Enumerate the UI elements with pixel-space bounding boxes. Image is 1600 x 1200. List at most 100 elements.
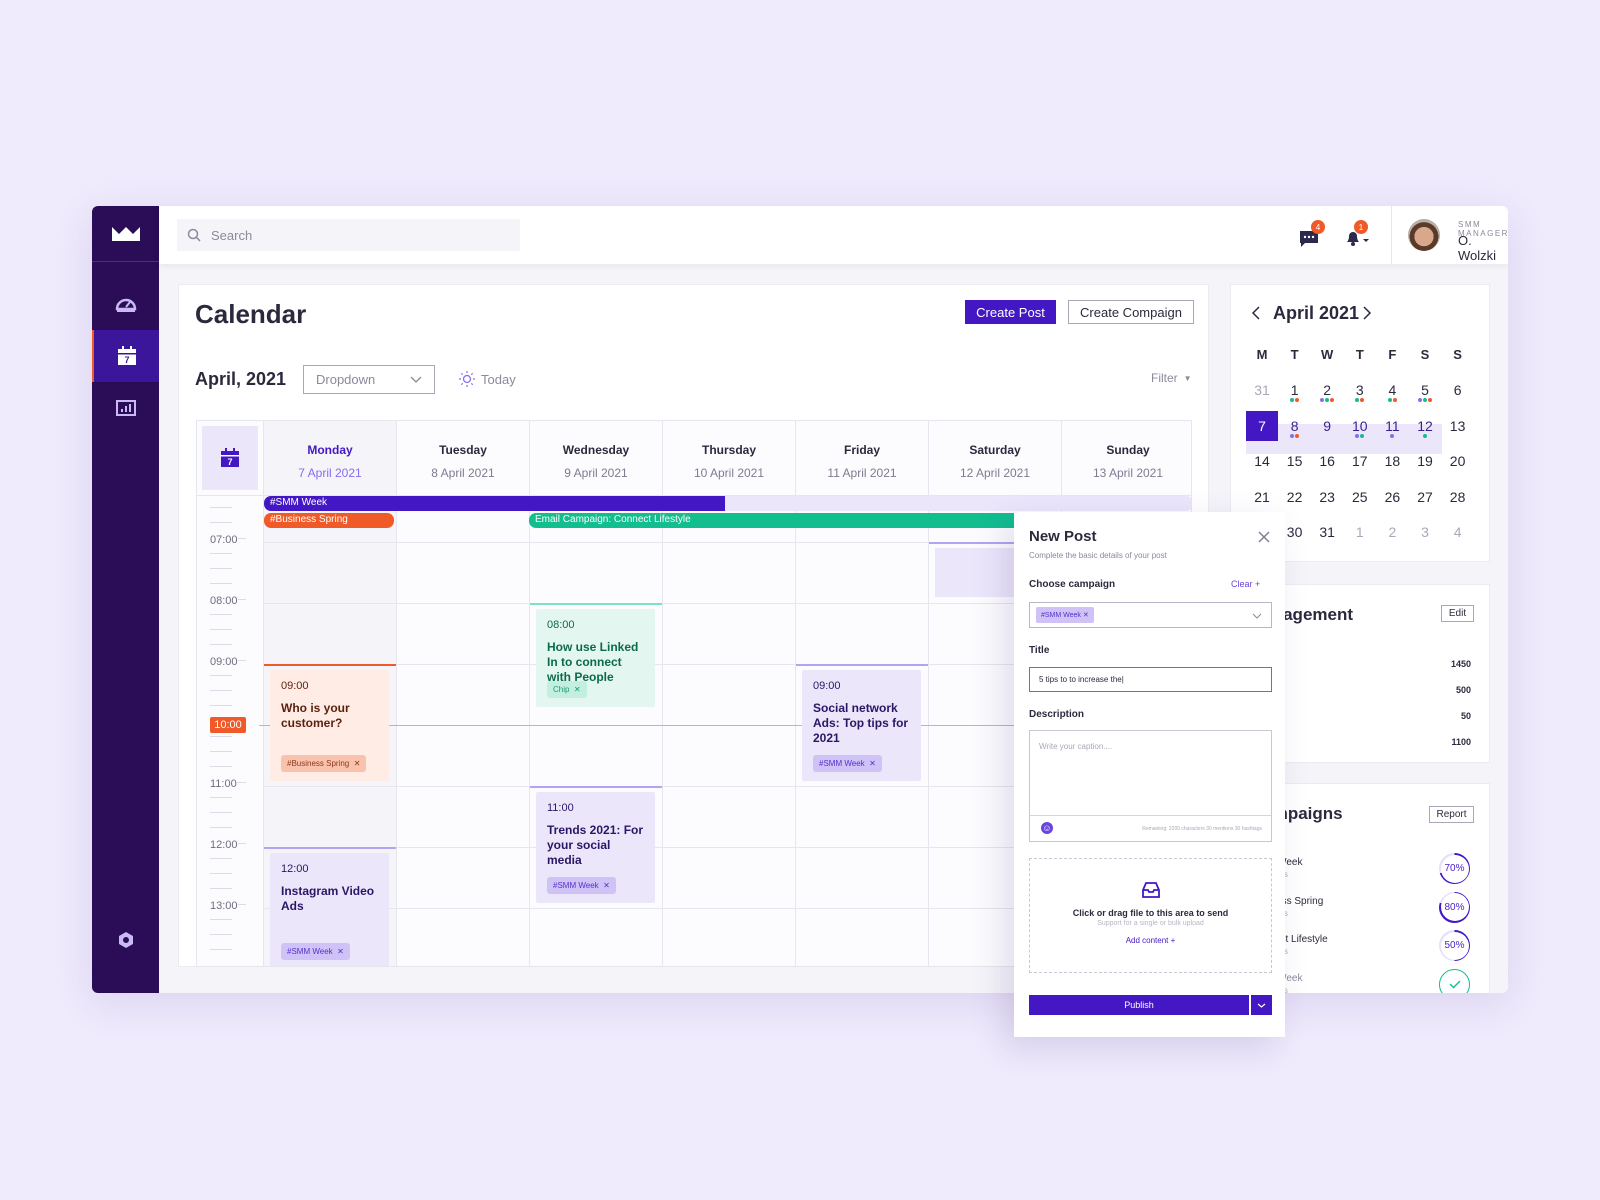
day-date: 12 April 2021 — [959, 466, 1031, 480]
mini-calendar-day[interactable]: 21 — [1246, 482, 1278, 512]
event-card[interactable]: 09:00 Social network Ads: Top tips for 20… — [802, 670, 921, 781]
day-header-tuesday[interactable]: Tuesday 8 April 2021 — [397, 421, 530, 495]
mini-calendar-day[interactable]: 22 — [1279, 482, 1311, 512]
day-number: 26 — [1384, 488, 1401, 505]
add-content-button[interactable]: Add content + — [1030, 936, 1271, 945]
event-card[interactable]: 11:00 Trends 2021: For your social media #… — [536, 792, 655, 903]
event-top-line — [796, 664, 928, 666]
create-post-button[interactable]: Create Post — [965, 300, 1056, 324]
sidebar-item-calendar[interactable]: 7 — [92, 330, 159, 382]
mini-calendar-day[interactable]: 28 — [1442, 482, 1474, 512]
event-chip[interactable]: #Business Spring ✕ — [281, 755, 367, 772]
mini-calendar-day[interactable]: 27 — [1409, 482, 1441, 512]
sidebar-item-dashboard[interactable] — [92, 278, 159, 330]
create-campaign-button[interactable]: Create Compaign — [1068, 300, 1194, 324]
mini-calendar-day[interactable]: 10 — [1344, 411, 1376, 441]
mini-calendar-day[interactable]: 12 — [1409, 411, 1441, 441]
add-content-label: Add content — [1125, 936, 1169, 945]
time-label: 11:00 — [210, 777, 237, 791]
mini-calendar-day[interactable]: 1 — [1279, 375, 1311, 405]
view-dropdown[interactable]: Dropdown — [303, 365, 435, 394]
mini-calendar-day[interactable]: 11 — [1376, 411, 1408, 441]
day-header-thursday[interactable]: Thursday 10 April 2021 — [663, 421, 796, 495]
mini-calendar-day[interactable]: 9 — [1311, 411, 1343, 441]
mini-calendar-day[interactable]: 25 — [1344, 482, 1376, 512]
mini-calendar-day[interactable]: 5 — [1409, 375, 1441, 405]
notifications-button[interactable]: 1 — [1344, 220, 1370, 252]
chip-label: #SMM Week — [1041, 612, 1081, 619]
emoji-icon[interactable]: ☺ — [1041, 822, 1053, 834]
description-label: Description — [1029, 709, 1085, 720]
mini-calendar-day[interactable]: 3 — [1409, 517, 1441, 547]
event-time: 09:00 — [281, 680, 309, 692]
mini-calendar-day[interactable]: 3 — [1344, 375, 1376, 405]
engagement-value: 500 — [1455, 685, 1471, 695]
file-dropzone[interactable]: Click or drag file to this area to send … — [1029, 858, 1272, 973]
day-header-saturday[interactable]: Saturday 12 April 2021 — [929, 421, 1062, 495]
avatar[interactable] — [1408, 219, 1440, 251]
mini-calendar-day[interactable]: 2 — [1376, 517, 1408, 547]
mini-calendar-day[interactable]: 8 — [1279, 411, 1311, 441]
mini-calendar-day[interactable]: 16 — [1311, 446, 1343, 476]
mini-calendar-day[interactable]: 1 — [1344, 517, 1376, 547]
title-value: 5 tips to to increase the — [1039, 675, 1122, 684]
event-chip[interactable]: #SMM Week ✕ — [813, 755, 882, 772]
mini-calendar-day[interactable]: 2 — [1311, 375, 1343, 405]
mini-calendar-day[interactable]: 7 — [1246, 410, 1278, 441]
mini-calendar-day[interactable]: 14 — [1246, 446, 1278, 476]
clear-button[interactable]: Clear + — [1231, 579, 1260, 589]
mini-calendar-day[interactable]: 15 — [1279, 446, 1311, 476]
event-chip[interactable]: Chip ✕ — [547, 681, 587, 698]
filter-button[interactable]: Filter ▼ — [1151, 371, 1192, 385]
publish-options-button[interactable] — [1251, 995, 1272, 1015]
report-button[interactable]: Report — [1429, 806, 1474, 823]
campaign-select[interactable]: #SMM Week ✕ — [1029, 602, 1272, 628]
messages-button[interactable]: 4 — [1299, 220, 1325, 253]
day-header-wednesday[interactable]: Wednesday 9 April 2021 — [530, 421, 663, 495]
mini-calendar-day[interactable]: 19 — [1409, 446, 1441, 476]
day-number: 9 — [1323, 417, 1332, 434]
event-top-line — [530, 786, 662, 788]
publish-button[interactable]: Publish — [1029, 995, 1249, 1015]
mini-calendar-day[interactable]: 18 — [1376, 446, 1408, 476]
event-card[interactable]: 08:00 How use Linked In to connect with P… — [536, 609, 655, 707]
search-input[interactable]: Search — [177, 219, 520, 251]
modal-subtitle: Complete the basic details of your post — [1029, 551, 1167, 560]
mini-calendar-day[interactable]: 4 — [1442, 517, 1474, 547]
title-input[interactable]: 5 tips to to increase the| — [1029, 667, 1272, 692]
weekday-label: T — [1355, 347, 1364, 362]
campaign-chip[interactable]: #SMM Week ✕ — [1036, 607, 1094, 623]
mini-calendar-day[interactable]: 6 — [1442, 375, 1474, 405]
mini-calendar-day[interactable]: 20 — [1442, 446, 1474, 476]
chevron-right-icon[interactable] — [1363, 306, 1372, 320]
mini-calendar-day[interactable]: 26 — [1376, 482, 1408, 512]
campaign-bar-smm-week[interactable]: #SMM Week — [264, 496, 725, 511]
event-chip[interactable]: #SMM Week ✕ — [281, 943, 350, 960]
edit-button[interactable]: Edit — [1441, 605, 1474, 622]
sidebar-item-settings[interactable] — [92, 914, 159, 966]
mini-calendar-day[interactable]: 31 — [1311, 517, 1343, 547]
close-icon[interactable] — [1258, 531, 1270, 543]
mini-calendar-day[interactable]: 13 — [1442, 411, 1474, 441]
mini-calendar-day[interactable]: 17 — [1344, 446, 1376, 476]
day-header-friday[interactable]: Friday 11 April 2021 — [796, 421, 929, 495]
mini-calendar-day[interactable]: 31 — [1246, 375, 1278, 405]
today-button[interactable]: Today — [459, 371, 516, 387]
description-textarea[interactable]: Write your caption.... ☺ Remaining: 2200… — [1029, 730, 1272, 842]
day-name: Tuesday — [439, 443, 487, 457]
day-header-sunday[interactable]: Sunday 13 April 2021 — [1062, 421, 1191, 495]
sidebar-item-analytics[interactable] — [92, 382, 159, 434]
day-header-monday[interactable]: Monday 7 April 2021 — [264, 421, 397, 495]
time-tick — [210, 583, 232, 585]
chevron-left-icon[interactable] — [1251, 306, 1260, 320]
event-chip[interactable]: #SMM Week ✕ — [547, 877, 616, 894]
event-card[interactable]: 09:00 Who is your customer? #Business Spri… — [270, 670, 389, 781]
event-top-line — [264, 664, 396, 666]
campaign-bar-business-spring[interactable]: #Business Spring — [264, 513, 394, 528]
mini-calendar-day[interactable]: 4 — [1376, 375, 1408, 405]
event-card[interactable]: 12:00 Instagram Video Ads #SMM Week ✕ — [270, 853, 389, 966]
mini-calendar-day[interactable]: 23 — [1311, 482, 1343, 512]
time-tick — [210, 751, 232, 752]
engagement-value: 50 — [1460, 711, 1471, 721]
weekday-label: M — [1256, 347, 1268, 362]
